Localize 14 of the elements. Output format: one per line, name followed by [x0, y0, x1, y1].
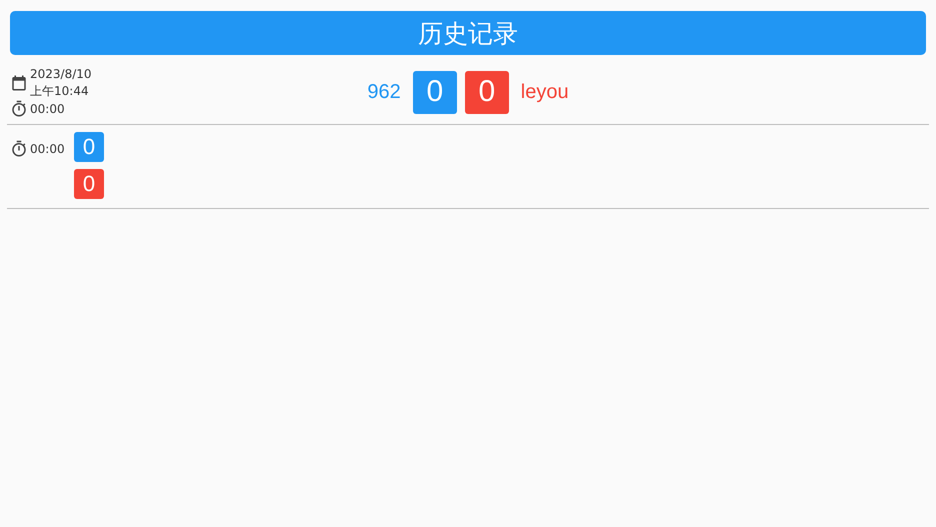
team-name: 962 [367, 80, 401, 104]
score-badge: 0 [464, 70, 509, 114]
title-bar: 历史记录 [10, 11, 926, 55]
score-badge: 0 [412, 70, 457, 114]
date-text: 2023/8/10 [30, 66, 92, 83]
team-name: leyou [520, 80, 569, 104]
duration-text: 00:00 [30, 140, 65, 158]
score-badge: 0 [74, 132, 104, 162]
stopwatch-icon [10, 140, 28, 158]
time-text: 上午10:44 [30, 83, 90, 100]
duration-text: 00:00 [30, 100, 65, 118]
score-badge: 0 [74, 169, 104, 199]
calendar-icon [10, 74, 28, 92]
stopwatch-icon [10, 100, 28, 118]
